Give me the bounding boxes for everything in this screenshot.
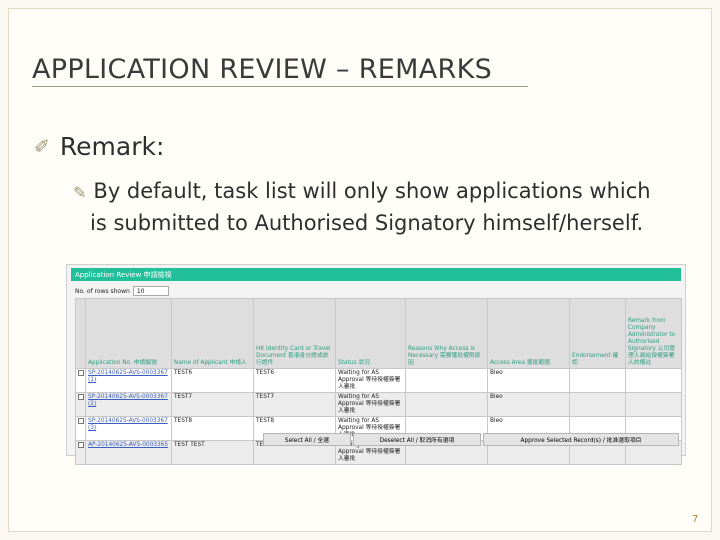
table-row: SP-20140625-AVS-0003367 (2) TEST7 TEST7 … (75, 392, 682, 417)
table-row: SP-20140625-AVS-0003367 (1) TEST6 TEST6 … (75, 368, 682, 393)
applicant-name: TEST7 (171, 392, 254, 417)
row-checkbox[interactable] (75, 368, 86, 393)
col-header-app-no: Application No. 申請編號 (85, 298, 172, 369)
col-header-remark: Remark from Company Administrator to Aut… (625, 298, 682, 369)
id-doc: TEST7 (253, 392, 336, 417)
col-header-reason: Reasons Why Access is Necessary 需要獲批權限原因 (405, 298, 488, 369)
col-header-id-doc: HK Identity Card or Travel Document 香港身分… (253, 298, 336, 369)
app-no-link[interactable]: SP-20140625-AVS-0003367 (2) (85, 392, 172, 417)
deselect-all-button[interactable]: Deselect All / 取消所有選項 (353, 433, 481, 446)
row-checkbox[interactable] (75, 392, 86, 417)
remark (625, 392, 682, 417)
applicant-name: TEST6 (171, 368, 254, 393)
approve-selected-button[interactable]: Approve Selected Record(s) / 批准選取項目 (483, 433, 679, 446)
title-underline (32, 86, 528, 87)
button-spacer (75, 433, 261, 446)
sub-bullet-line2: is submitted to Authorised Signatory him… (90, 211, 644, 235)
page-number: 7 (692, 514, 699, 525)
bullet-remark-text: Remark: (59, 132, 165, 161)
rows-shown-input[interactable]: 10 (132, 286, 169, 296)
pencil-icon: ✎ (73, 183, 87, 202)
bullet-remark: ✐ Remark: (34, 132, 164, 161)
endorsement (569, 368, 626, 393)
col-header-endorsement: Endorsement 確認 (569, 298, 626, 369)
col-header-status: Status 狀況 (335, 298, 406, 369)
reason (405, 368, 488, 393)
remark (625, 368, 682, 393)
slide-title: APPLICATION REVIEW – REMARKS (32, 54, 493, 85)
table-header-row: Application No. 申請編號 Name of Applicant 申… (75, 298, 682, 369)
endorsement (569, 392, 626, 417)
rows-shown-control: No. of rows shown 10 (75, 286, 169, 296)
sub-bullet-line1: By default, task list will only show app… (93, 179, 651, 203)
access-area: Bleo (487, 392, 570, 417)
select-all-button[interactable]: Select All / 全選 (263, 433, 351, 446)
status: Waiting for AS Approval 等待授權簽署人審批 (335, 392, 406, 417)
checkmark-arrow-icon: ✐ (34, 135, 50, 158)
checkbox[interactable] (78, 394, 84, 400)
status: Waiting for AS Approval 等待授權簽署人審批 (335, 368, 406, 393)
app-header-bar: Application Review 申請檢視 (71, 268, 681, 281)
sub-bullet: ✎ By default, task list will only show ap… (73, 176, 703, 238)
col-header-select (75, 298, 86, 369)
action-button-bar: Select All / 全選 Deselect All / 取消所有選項 Ap… (75, 433, 681, 446)
checkbox[interactable] (78, 418, 84, 424)
access-area: Bleo (487, 368, 570, 393)
checkbox[interactable] (78, 370, 84, 376)
id-doc: TEST6 (253, 368, 336, 393)
col-header-access-area: Access Area 獲批範圍 (487, 298, 570, 369)
reason (405, 392, 488, 417)
rows-shown-label: No. of rows shown (75, 287, 130, 295)
col-header-applicant: Name of Applicant 申請人 (171, 298, 254, 369)
app-no-link[interactable]: SP-20140625-AVS-0003367 (1) (85, 368, 172, 393)
application-review-screenshot: Application Review 申請檢視 No. of rows show… (66, 264, 686, 465)
